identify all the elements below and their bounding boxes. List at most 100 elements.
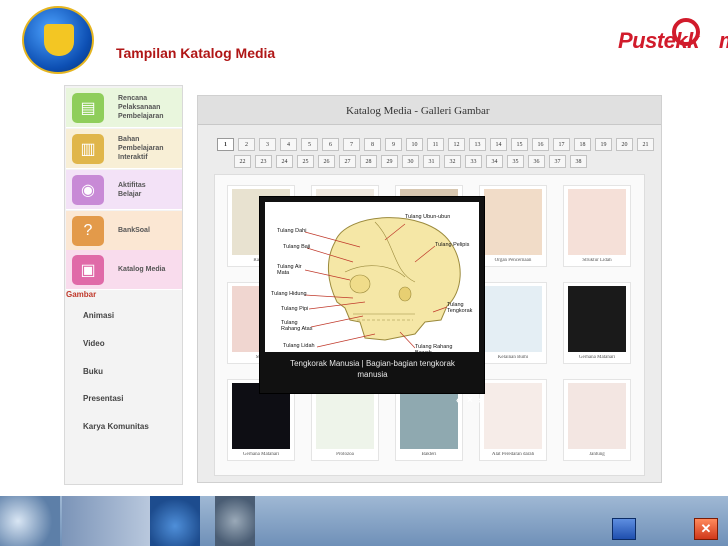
label-hidung: Tulang Hidung — [271, 291, 307, 297]
close-icon[interactable]: × — [467, 395, 473, 406]
sidebar-item-katalog[interactable]: ▣ Katalog Media — [66, 250, 182, 290]
brand-suffix: m — [719, 28, 728, 53]
sidebar-item-rpp[interactable]: ▤ Rencana Pelaksanaan Pembelajaran — [66, 88, 182, 128]
page-link[interactable]: 23 — [255, 155, 272, 168]
sidebar-item-aktifitas[interactable]: ◉ Aktifitas Belajar — [66, 170, 182, 210]
sidebar: ▤ Rencana Pelaksanaan Pembelajaran ▥ Bah… — [64, 85, 183, 485]
page-link[interactable]: 15 — [511, 138, 528, 151]
gallery-caption: Protozoa — [336, 452, 354, 457]
close-icon[interactable]: ✕ — [694, 518, 718, 540]
skull-diagram: Tulang Ubun-ubun Tulang Dahi Tulang Baji… — [265, 202, 479, 356]
label-tengkorak: Tulang Tengkorak — [447, 302, 473, 314]
page-link[interactable]: 28 — [360, 155, 377, 168]
lightbox-caption: Tengkorak Manusia | Bagian-bagian tengko… — [290, 359, 455, 379]
page-link[interactable]: 14 — [490, 138, 507, 151]
page-title: Tampilan Katalog Media — [116, 45, 276, 61]
page-link[interactable]: 18 — [574, 138, 591, 151]
gallery-caption: Jantung — [589, 452, 605, 457]
page-link[interactable]: 30 — [402, 155, 419, 168]
label-ubun: Tulang Ubun-ubun — [405, 214, 451, 220]
question-bank-icon: ? — [72, 215, 104, 246]
sidebar-sub-animasi[interactable]: Animasi — [83, 311, 114, 320]
sidebar-section-gambar[interactable]: Gambar — [66, 290, 96, 299]
page-link[interactable]: 32 — [444, 155, 461, 168]
gallery-caption: Gerhana Matahari — [242, 452, 280, 457]
page-link[interactable]: 36 — [528, 155, 545, 168]
label-lidah: Tulang Lidah — [283, 343, 315, 349]
sidebar-item-banksoal[interactable]: ? BankSoal — [66, 211, 182, 251]
page-link[interactable]: 31 — [423, 155, 440, 168]
cd-disc-image — [0, 496, 60, 546]
page-link[interactable]: 5 — [301, 138, 318, 151]
page-link[interactable]: 12 — [448, 138, 465, 151]
page-link[interactable]: 33 — [465, 155, 482, 168]
page-link[interactable]: 9 — [385, 138, 402, 151]
page-link[interactable]: 13 — [469, 138, 486, 151]
pagination-row-2: 22 23 24 25 26 27 28 29 30 31 32 33 34 35 36 37 38 — [234, 155, 587, 168]
open-book-icon: ▥ — [72, 133, 104, 164]
page-link[interactable]: 38 — [570, 155, 587, 168]
next-slide-icon[interactable] — [612, 518, 636, 540]
page-link[interactable]: 4 — [280, 138, 297, 151]
chevron-right-icon[interactable]: › — [478, 395, 481, 406]
page-link[interactable]: 19 — [595, 138, 612, 151]
label-rahang-bawah: Tulang Rahang Bawah — [415, 344, 453, 356]
sidebar-sub-presentasi[interactable]: Presentasi — [83, 394, 123, 403]
sidebar-item-bahan[interactable]: ▥ Bahan Pembelajaran Interaktif — [66, 129, 182, 169]
pagination-row-1: 1 2 3 4 5 6 7 8 9 10 11 12 13 14 15 16 17 18 19 20 21 — [217, 138, 654, 151]
page-link[interactable]: 1 — [217, 138, 234, 151]
page-link[interactable]: 20 — [616, 138, 633, 151]
gallery-thumbnail — [568, 286, 626, 352]
page-link[interactable]: 17 — [553, 138, 570, 151]
tut-wuri-logo — [22, 6, 94, 74]
label-pelipis: Tulang Pelipis — [435, 242, 470, 248]
lightbox: Tulang Ubun-ubun Tulang Dahi Tulang Baji… — [259, 196, 485, 406]
globe-image — [150, 496, 200, 546]
label-dahi: Tulang Dahi — [277, 228, 307, 234]
page-link[interactable]: 37 — [549, 155, 566, 168]
microscope-image — [215, 496, 255, 546]
page-link[interactable]: 22 — [234, 155, 251, 168]
page-link[interactable]: 7 — [343, 138, 360, 151]
page-link[interactable]: 27 — [339, 155, 356, 168]
gallery-item[interactable]: Kelainan Bumi — [479, 282, 547, 364]
gallery-caption: Kelainan Bumi — [497, 355, 529, 360]
gallery-item[interactable]: Jantung — [563, 379, 631, 461]
sidebar-item-label: Aktifitas Belajar — [118, 181, 146, 198]
page-link[interactable]: 34 — [486, 155, 503, 168]
page-link[interactable]: 8 — [364, 138, 381, 151]
media-catalog-icon: ▣ — [72, 254, 104, 285]
label-air-mata: Tulang Air Mata — [277, 264, 302, 276]
page-link[interactable]: 25 — [297, 155, 314, 168]
page-link[interactable]: 16 — [532, 138, 549, 151]
page-link[interactable]: 6 — [322, 138, 339, 151]
book-stack-icon: ▤ — [72, 92, 104, 123]
gallery-caption: Gerhana Matahari — [578, 355, 616, 360]
gallery-title: Katalog Media - Galleri Gambar — [346, 105, 490, 117]
page-link[interactable]: 3 — [259, 138, 276, 151]
gallery-item[interactable]: Alat Peredaran darah — [479, 379, 547, 461]
gallery-caption: Struktur Lidah — [582, 258, 612, 263]
gallery-thumbnail — [484, 383, 542, 449]
sidebar-sub-video[interactable]: Video — [83, 339, 105, 348]
sidebar-sub-karya[interactable]: Karya Komunitas — [83, 422, 149, 431]
page-link[interactable]: 35 — [507, 155, 524, 168]
page-link[interactable]: 26 — [318, 155, 335, 168]
sidebar-sub-buku[interactable]: Buku — [83, 367, 103, 376]
brand-ring-icon — [672, 18, 700, 46]
page-link[interactable]: 21 — [637, 138, 654, 151]
page-link[interactable]: 11 — [427, 138, 444, 151]
gallery-item[interactable]: Struktur Lidah — [563, 185, 631, 267]
page-link[interactable]: 10 — [406, 138, 423, 151]
label-baji: Tulang Baji — [283, 244, 311, 250]
page-link[interactable]: 29 — [381, 155, 398, 168]
gallery-item[interactable]: Gerhana Matahari — [563, 282, 631, 364]
gallery-caption: Bakteri — [421, 452, 437, 457]
chevron-left-icon[interactable]: ‹ — [456, 395, 459, 406]
page-link[interactable]: 24 — [276, 155, 293, 168]
page-link[interactable]: 2 — [238, 138, 255, 151]
label-pipi: Tulang Pipi — [281, 306, 309, 312]
gallery-header: Katalog Media - Galleri Gambar — [198, 96, 661, 125]
activity-globe-icon: ◉ — [72, 174, 104, 205]
gallery-item[interactable]: Organ Pencernaan — [479, 185, 547, 267]
